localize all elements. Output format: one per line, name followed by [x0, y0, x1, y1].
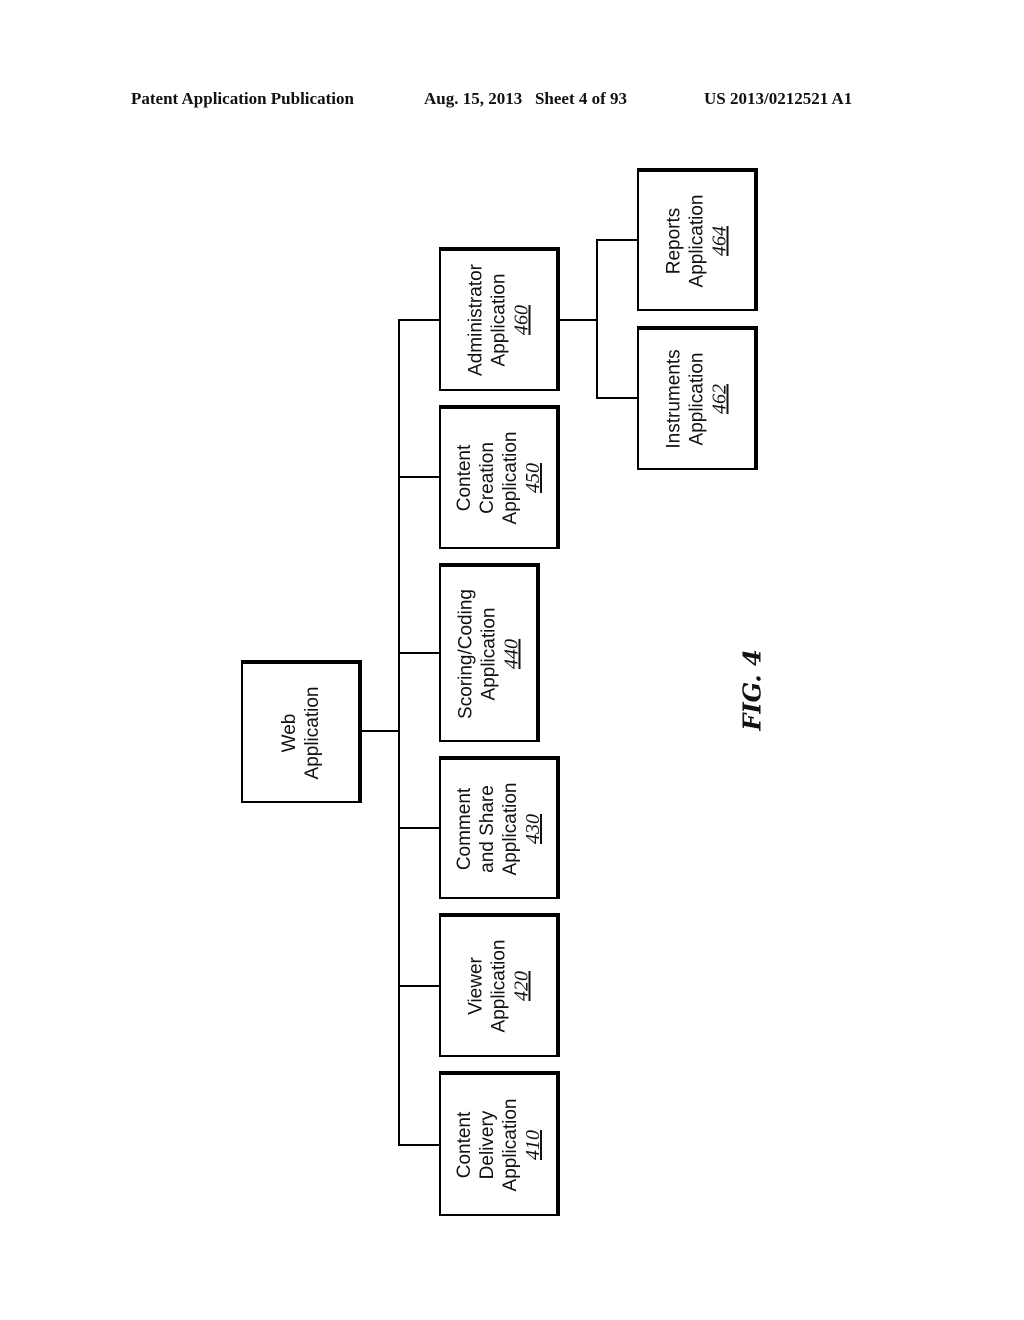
label-line: Application: [488, 273, 509, 367]
connector-460-to-subbus: [559, 319, 598, 321]
reference-number: 440: [500, 638, 522, 669]
label-line: and Share: [476, 784, 498, 873]
reference-number: 420: [510, 971, 532, 1002]
connector-bus-460: [398, 319, 439, 321]
label-line: Reports: [663, 207, 684, 274]
node-comment-share-application: Comment and Share Application 430: [439, 756, 560, 899]
label-line: Web: [278, 713, 300, 752]
node-label: Scoring/Coding Application 440: [454, 589, 523, 719]
header-date-sheet: Aug. 15, 2013 Sheet 4 of 93: [424, 89, 628, 108]
header-publication: Patent Application Publication: [131, 89, 354, 108]
label-line: Comment: [453, 787, 475, 870]
figure-label: FIG. 4: [737, 649, 767, 731]
reference-number: 464: [708, 225, 730, 256]
connector-subbus-462: [596, 397, 637, 399]
reference-number: 430: [521, 813, 544, 844]
label-line: Application: [488, 939, 509, 1033]
connector-subbus-464: [596, 239, 637, 241]
reference-number: 462: [708, 384, 730, 415]
label-line: Content: [453, 444, 475, 512]
node-web-application: Web Application: [241, 660, 362, 803]
label-line: Creation: [476, 442, 498, 514]
node-scoring-coding-application: Scoring/Coding Application 440: [439, 563, 540, 742]
header-patent-number: US 2013/0212521 A1: [704, 89, 853, 108]
label-line: Content: [453, 1111, 475, 1178]
reference-number: 450: [521, 463, 544, 494]
connector-web-to-bus: [362, 730, 400, 732]
node-content-creation-application: Content Creation Application 450: [439, 405, 560, 549]
label-line: Application: [499, 431, 521, 525]
reference-number: 410: [521, 1129, 544, 1160]
node-label: Reports Application 464: [662, 194, 731, 287]
label-line: Application: [499, 782, 521, 875]
connector-bus-450: [398, 476, 439, 478]
label-line: Viewer: [465, 957, 486, 1015]
label-line: Application: [301, 686, 323, 779]
node-reports-application: Reports Application 464: [637, 168, 758, 311]
node-label: Comment and Share Application 430: [453, 782, 545, 875]
label-line: Administrator: [465, 264, 486, 376]
label-line: Scoring/Coding: [455, 588, 476, 719]
reference-number: 460: [510, 305, 532, 336]
label-line: Application: [499, 1098, 521, 1191]
label-line: Instruments: [663, 349, 684, 449]
connector-bus-440: [398, 652, 439, 654]
label-line: Application: [686, 352, 707, 446]
node-content-delivery-application: Content Delivery Application 410: [439, 1071, 560, 1216]
label-line: Application: [478, 607, 499, 700]
main-bus-line: [398, 319, 400, 1146]
label-line: Delivery: [476, 1110, 498, 1179]
node-label: Instruments Application 462: [662, 349, 731, 448]
label-line: Application: [686, 194, 707, 287]
node-viewer-application: Viewer Application 420: [439, 913, 560, 1057]
node-label: Administrator Application 460: [464, 264, 533, 376]
node-label: Content Creation Application 450: [453, 432, 545, 525]
connector-bus-410: [398, 1144, 439, 1146]
node-instruments-application: Instruments Application 462: [637, 326, 758, 470]
node-administrator-application: Administrator Application 460: [439, 247, 560, 391]
node-label: Viewer Application 420: [464, 940, 533, 1033]
connector-bus-420: [398, 985, 439, 987]
node-label: Content Delivery Application 410: [453, 1098, 545, 1191]
node-label: Web Application: [278, 686, 324, 779]
sub-bus-line: [596, 239, 598, 399]
connector-bus-430: [398, 827, 439, 829]
